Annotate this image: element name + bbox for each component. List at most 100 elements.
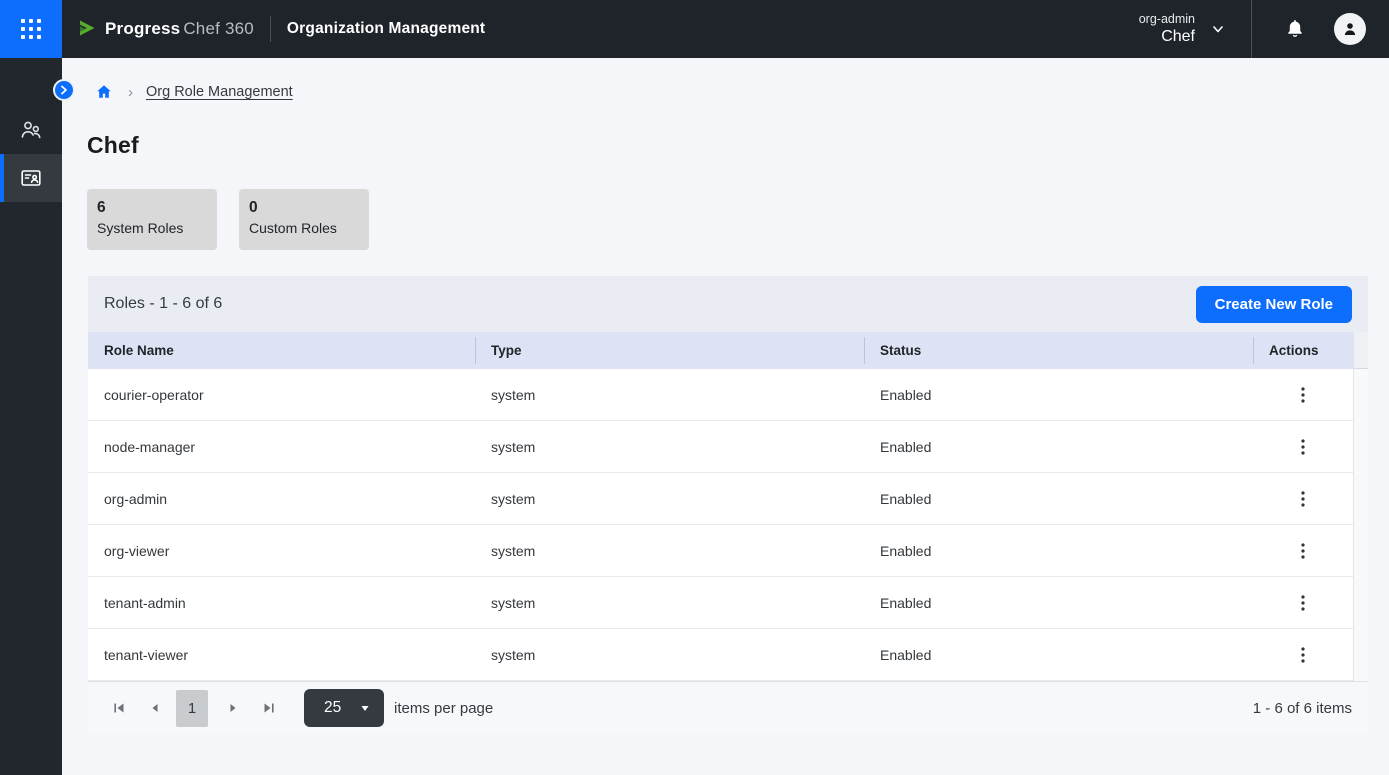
cell-role-name: courier-operator — [88, 387, 475, 403]
progress-logo-icon — [75, 17, 99, 41]
top-header-bar: Progress Chef 360 Organization Managemen… — [0, 0, 1389, 58]
table-header-row: Role Name Type Status Actions — [88, 332, 1353, 369]
cell-role-name: node-manager — [88, 439, 475, 455]
sidebar-expand-button[interactable] — [53, 79, 75, 101]
cell-role-name: org-admin — [88, 491, 475, 507]
cell-status: Enabled — [864, 387, 1253, 403]
grid-toolbar: Roles - 1 - 6 of 6 Create New Role — [88, 276, 1368, 332]
more-options-icon — [1301, 491, 1305, 507]
cell-type: system — [475, 543, 864, 559]
table-row: org-admin system Enabled — [88, 473, 1353, 525]
cell-role-name: org-viewer — [88, 543, 475, 559]
chevron-down-icon — [1211, 22, 1225, 36]
cell-type: system — [475, 387, 864, 403]
column-header-role-name: Role Name — [88, 332, 475, 369]
users-icon — [19, 118, 43, 142]
cell-status: Enabled — [864, 439, 1253, 455]
stats-row: 6 System Roles 0 Custom Roles — [87, 189, 1389, 250]
user-icon — [1341, 20, 1359, 38]
cell-role-name: tenant-admin — [88, 595, 475, 611]
page-size-value: 25 — [324, 699, 341, 717]
row-actions-menu-button[interactable] — [1293, 539, 1313, 563]
column-header-type: Type — [475, 332, 864, 369]
id-card-icon — [19, 166, 43, 190]
row-actions-menu-button[interactable] — [1293, 487, 1313, 511]
left-sidebar — [0, 58, 62, 775]
stat-card-system-roles[interactable]: 6 System Roles — [87, 189, 217, 250]
org-name-label: Chef — [1139, 27, 1195, 47]
stat-label: Custom Roles — [249, 218, 369, 238]
page-size-select[interactable]: 25 — [304, 689, 384, 727]
app-launcher-button[interactable] — [0, 0, 62, 58]
table-row: node-manager system Enabled — [88, 421, 1353, 473]
row-actions-menu-button[interactable] — [1293, 643, 1313, 667]
breadcrumb-separator-icon: › — [128, 84, 133, 101]
column-header-actions: Actions — [1253, 332, 1353, 369]
avatar — [1334, 13, 1366, 45]
roles-grid: Roles - 1 - 6 of 6 Create New Role Role … — [88, 276, 1368, 734]
pagination-bar: 1 25 items per page 1 - 6 of 6 — [88, 681, 1368, 734]
org-switcher[interactable]: org-admin Chef — [1139, 11, 1225, 47]
home-icon[interactable] — [95, 83, 113, 101]
stat-card-custom-roles[interactable]: 0 Custom Roles — [239, 189, 369, 250]
previous-page-icon — [148, 701, 162, 715]
previous-page-button[interactable] — [140, 693, 170, 723]
dropdown-caret-icon — [360, 703, 370, 713]
cell-type: system — [475, 647, 864, 663]
first-page-button[interactable] — [104, 693, 134, 723]
org-role-label: org-admin — [1139, 11, 1195, 27]
pagination-range-label: 1 - 6 of 6 items — [1253, 700, 1352, 717]
header-section-divider — [1251, 0, 1252, 58]
brand-chef-text: Chef 360 — [183, 19, 254, 39]
stat-value: 6 — [97, 198, 217, 218]
sidebar-item-users[interactable] — [0, 106, 62, 154]
cell-role-name: tenant-viewer — [88, 647, 475, 663]
brand-logo: Progress Chef 360 — [75, 17, 254, 41]
row-actions-menu-button[interactable] — [1293, 435, 1313, 459]
breadcrumb-link-org-role-management[interactable]: Org Role Management — [146, 84, 293, 100]
table-row: tenant-viewer system Enabled — [88, 629, 1353, 681]
page-title: Chef — [87, 132, 1389, 159]
more-options-icon — [1301, 439, 1305, 455]
create-new-role-button[interactable]: Create New Role — [1196, 286, 1352, 323]
cell-type: system — [475, 439, 864, 455]
stat-value: 0 — [249, 198, 369, 218]
first-page-icon — [112, 701, 126, 715]
main-content: › Org Role Management Chef 6 System Role… — [62, 58, 1389, 775]
column-header-status: Status — [864, 332, 1253, 369]
cell-type: system — [475, 595, 864, 611]
more-options-icon — [1301, 595, 1305, 611]
more-options-icon — [1301, 647, 1305, 663]
stat-label: System Roles — [97, 218, 217, 238]
cell-status: Enabled — [864, 647, 1253, 663]
bell-icon — [1284, 17, 1306, 41]
cell-status: Enabled — [864, 543, 1253, 559]
next-page-icon — [226, 701, 240, 715]
cell-status: Enabled — [864, 491, 1253, 507]
breadcrumb: › Org Role Management — [95, 81, 1389, 103]
header-divider — [270, 16, 271, 42]
sidebar-item-org-roles[interactable] — [0, 154, 62, 202]
last-page-button[interactable] — [254, 693, 284, 723]
notifications-button[interactable] — [1284, 17, 1306, 41]
table-row: courier-operator system Enabled — [88, 369, 1353, 421]
apps-grid-icon — [21, 19, 41, 39]
vertical-scrollbar[interactable] — [1353, 332, 1368, 681]
table-row: org-viewer system Enabled — [88, 525, 1353, 577]
app-title: Organization Management — [287, 20, 485, 38]
table-row: tenant-admin system Enabled — [88, 577, 1353, 629]
cell-type: system — [475, 491, 864, 507]
cell-status: Enabled — [864, 595, 1253, 611]
user-menu-button[interactable] — [1334, 13, 1366, 45]
chevron-right-icon — [59, 85, 69, 95]
current-page-button[interactable]: 1 — [176, 690, 208, 727]
brand-progress-text: Progress — [105, 19, 180, 39]
row-actions-menu-button[interactable] — [1293, 591, 1313, 615]
items-per-page-label: items per page — [394, 700, 493, 717]
next-page-button[interactable] — [218, 693, 248, 723]
more-options-icon — [1301, 543, 1305, 559]
row-actions-menu-button[interactable] — [1293, 383, 1313, 407]
last-page-icon — [262, 701, 276, 715]
grid-title: Roles - 1 - 6 of 6 — [104, 295, 222, 313]
more-options-icon — [1301, 387, 1305, 403]
